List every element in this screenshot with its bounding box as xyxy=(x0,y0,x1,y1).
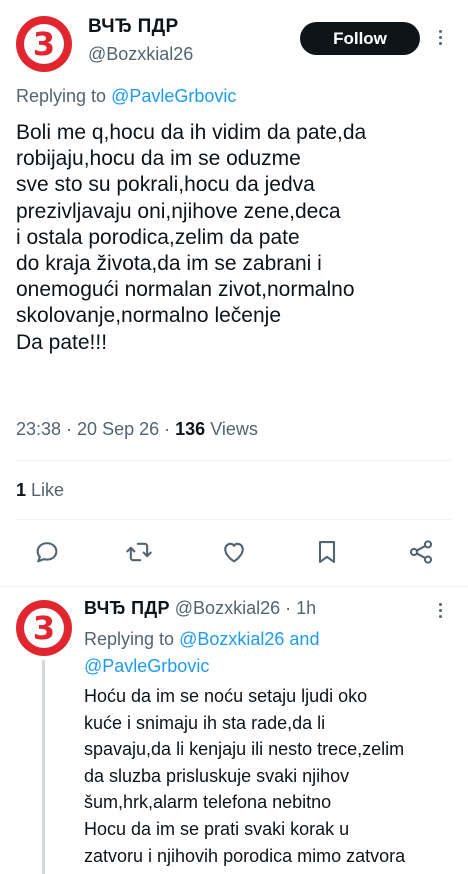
views-label: Views xyxy=(210,419,258,439)
reply-author-avatar[interactable]: 3 xyxy=(16,600,72,656)
retweet-icon[interactable] xyxy=(124,537,154,567)
more-options-icon[interactable] xyxy=(432,30,448,45)
tweet-date[interactable]: 20 Sep 26 xyxy=(77,419,159,439)
replying-and: and xyxy=(289,629,320,649)
tweet-separator xyxy=(0,586,468,587)
views-count: 136 xyxy=(175,419,206,439)
more-options-icon[interactable] xyxy=(432,603,448,618)
tweet-time[interactable]: 23:38 xyxy=(16,419,61,439)
likes-label: Like xyxy=(31,480,65,500)
replying-to-mention[interactable]: @Bozxkial26 xyxy=(179,629,284,649)
replying-prefix: Replying to xyxy=(16,86,107,106)
replying-to-mention[interactable]: @PavleGrbovic xyxy=(84,656,209,676)
likes-count: 1 xyxy=(16,480,27,500)
reply-author-handle[interactable]: @Bozxkial26 xyxy=(175,598,280,618)
action-bar xyxy=(0,537,468,569)
reply-time[interactable]: 1h xyxy=(296,598,316,618)
avatar-digit: 3 xyxy=(32,25,56,63)
divider xyxy=(16,460,452,461)
divider xyxy=(16,519,452,520)
reply-icon[interactable] xyxy=(32,537,62,567)
follow-button[interactable]: Follow xyxy=(300,22,420,55)
tweet-text: Boli me q,hocu da ih vidim da pate,da ro… xyxy=(16,121,367,354)
reply-text: Hoću da im se noću setaju ljudi oko kuće… xyxy=(84,686,406,866)
reply-header: ВЧЂ ПДР @Bozxkial26 · 1h xyxy=(84,598,317,618)
tweet-meta: 23:38 · 20 Sep 26 · 136 Views xyxy=(16,419,258,439)
reply-author-display-name[interactable]: ВЧЂ ПДР xyxy=(84,598,170,618)
avatar-digit: 3 xyxy=(32,609,56,647)
thread-line xyxy=(42,660,45,874)
author-avatar[interactable]: 3 xyxy=(16,16,72,72)
replying-prefix: Replying to xyxy=(84,629,175,649)
author-display-name[interactable]: ВЧЂ ПДР xyxy=(88,16,178,38)
likes-summary[interactable]: 1 Like xyxy=(16,480,64,501)
avatar-ring: 3 xyxy=(24,24,64,64)
author-handle[interactable]: @Bozxkial26 xyxy=(88,44,193,65)
replying-to-mention[interactable]: @PavleGrbovic xyxy=(111,86,236,106)
avatar-ring: 3 xyxy=(24,608,64,648)
bookmark-icon[interactable] xyxy=(312,537,342,567)
reply-replying-to-line: Replying to @Bozxkial26 and @PavleGrbovi… xyxy=(84,626,384,680)
replying-to-line: Replying to @PavleGrbovic xyxy=(16,86,236,107)
like-icon[interactable] xyxy=(219,537,249,567)
share-icon[interactable] xyxy=(406,537,436,567)
